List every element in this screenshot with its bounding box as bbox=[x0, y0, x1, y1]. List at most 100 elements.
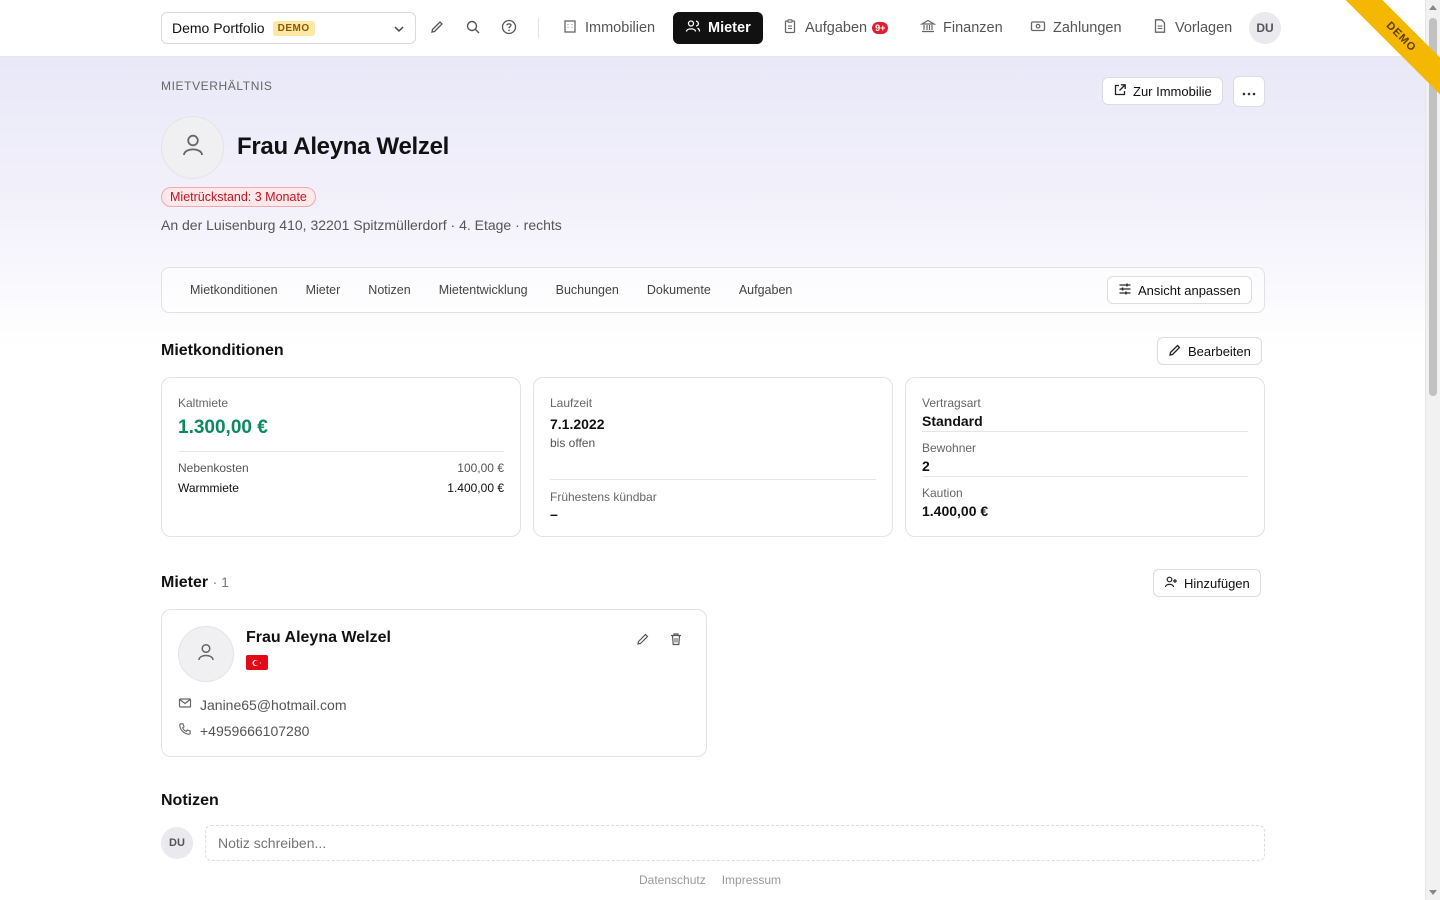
clipboard-icon bbox=[782, 18, 798, 38]
ellipsis-icon bbox=[1242, 84, 1256, 99]
customize-view-label: Ansicht anpassen bbox=[1138, 282, 1241, 298]
nav-label: Immobilien bbox=[585, 20, 656, 36]
edit-label: Bearbeiten bbox=[1188, 343, 1251, 359]
footer-links: Datenschutz Impressum bbox=[639, 873, 781, 887]
to-property-button[interactable]: Zur Immobilie bbox=[1102, 77, 1223, 105]
tenant-avatar bbox=[178, 626, 234, 682]
earliest-termination-value: – bbox=[550, 506, 558, 522]
warm-rent-row: Warmmiete 1.400,00 € bbox=[178, 481, 504, 495]
note-input[interactable] bbox=[205, 825, 1265, 861]
tenants-count: · 1 bbox=[212, 574, 229, 590]
help-icon[interactable] bbox=[500, 18, 518, 36]
nav-label: Aufgaben bbox=[805, 20, 868, 36]
tenants-section-title: Mieter · 1 bbox=[161, 574, 229, 592]
document-icon bbox=[1152, 18, 1168, 38]
building-icon bbox=[562, 18, 578, 38]
nav-aufgaben[interactable]: Aufgaben 9+ bbox=[770, 12, 900, 44]
term-card: Laufzeit 7.1.2022 bis offen Frühestens k… bbox=[533, 377, 893, 537]
page-eyebrow: MIETVERHÄLTNIS bbox=[161, 79, 273, 93]
nav-label: Vorlagen bbox=[1175, 20, 1233, 36]
portfolio-name: Demo Portfolio bbox=[172, 20, 265, 36]
rent-arrears-badge: Mietrückstand: 3 Monate bbox=[161, 187, 316, 207]
rent-card: Kaltmiete 1.300,00 € Nebenkosten 100,00 … bbox=[161, 377, 521, 537]
tab-buchungen[interactable]: Buchungen bbox=[542, 283, 633, 297]
scroll-down-arrow-icon[interactable] bbox=[1429, 890, 1437, 895]
more-options-button[interactable] bbox=[1233, 76, 1265, 107]
privacy-link[interactable]: Datenschutz bbox=[639, 873, 706, 887]
cash-icon bbox=[1030, 18, 1046, 38]
user-icon bbox=[179, 131, 207, 164]
divider bbox=[922, 476, 1248, 477]
tenant-avatar bbox=[161, 116, 224, 179]
pencil-icon[interactable] bbox=[428, 18, 446, 36]
nav-mieter[interactable]: Mieter bbox=[673, 12, 763, 44]
nav-divider bbox=[538, 18, 539, 38]
nav-zahlungen[interactable]: Zahlungen bbox=[1018, 12, 1134, 44]
add-tenant-button[interactable]: Hinzufügen bbox=[1153, 569, 1261, 597]
demo-ribbon: DEMO bbox=[1330, 0, 1440, 110]
earliest-termination-label: Frühestens kündbar bbox=[550, 490, 657, 504]
term-start-value: 7.1.2022 bbox=[550, 416, 605, 432]
user-icon bbox=[195, 641, 217, 668]
nav-vorlagen[interactable]: Vorlagen bbox=[1140, 12, 1244, 44]
email-value: Janine65@hotmail.com bbox=[200, 696, 347, 713]
imprint-link[interactable]: Impressum bbox=[722, 873, 781, 887]
deposit-label: Kaution bbox=[922, 486, 963, 500]
residents-value: 2 bbox=[922, 458, 930, 474]
cold-rent-value: 1.300,00 € bbox=[178, 417, 268, 438]
portfolio-selector[interactable]: Demo Portfolio DEMO bbox=[161, 12, 416, 44]
ancillary-value: 100,00 € bbox=[457, 461, 504, 475]
user-avatar[interactable]: DU bbox=[1249, 12, 1281, 44]
edit-conditions-button[interactable]: Bearbeiten bbox=[1157, 337, 1262, 365]
residents-label: Bewohner bbox=[922, 441, 977, 455]
delete-tenant-icon[interactable] bbox=[669, 632, 683, 651]
to-property-label: Zur Immobilie bbox=[1133, 83, 1212, 99]
mail-icon bbox=[178, 696, 192, 713]
demo-badge: DEMO bbox=[272, 20, 315, 36]
tab-notizen[interactable]: Notizen bbox=[354, 283, 424, 297]
tab-aufgaben[interactable]: Aufgaben bbox=[725, 283, 807, 297]
divider bbox=[922, 431, 1248, 432]
divider bbox=[178, 451, 504, 452]
customize-view-button[interactable]: Ansicht anpassen bbox=[1107, 276, 1252, 304]
nav-immobilien[interactable]: Immobilien bbox=[550, 12, 667, 44]
section-tabs: Mietkonditionen Mieter Notizen Mietentwi… bbox=[161, 267, 1265, 313]
nav-label: Finanzen bbox=[943, 20, 1003, 36]
turkey-flag-icon bbox=[246, 655, 268, 670]
tenant-phone[interactable]: +4959666107280 bbox=[178, 722, 309, 739]
conditions-section-title: Mietkonditionen bbox=[161, 342, 284, 359]
page-title: Frau Aleyna Welzel bbox=[237, 133, 450, 160]
warm-rent-label: Warmmiete bbox=[178, 481, 239, 495]
property-address: An der Luisenburg 410, 32201 Spitzmüller… bbox=[161, 217, 562, 233]
ancillary-costs-row: Nebenkosten 100,00 € bbox=[178, 461, 504, 475]
tenants-title: Mieter bbox=[161, 574, 209, 591]
warm-rent-value: 1.400,00 € bbox=[447, 481, 504, 495]
contract-card: Vertragsart Standard Bewohner 2 Kaution … bbox=[905, 377, 1265, 537]
users-icon bbox=[685, 18, 701, 38]
search-icon[interactable] bbox=[464, 18, 482, 36]
external-link-icon bbox=[1113, 83, 1127, 100]
contract-type-value: Standard bbox=[922, 413, 983, 429]
note-author-avatar: DU bbox=[161, 827, 193, 859]
tab-mietentwicklung[interactable]: Mietentwicklung bbox=[425, 283, 542, 297]
nav-label: Zahlungen bbox=[1053, 20, 1122, 36]
tenant-card-name: Frau Aleyna Welzel bbox=[246, 629, 391, 646]
tenant-email[interactable]: Janine65@hotmail.com bbox=[178, 696, 347, 713]
tab-mietkonditionen[interactable]: Mietkonditionen bbox=[176, 283, 292, 297]
tab-dokumente[interactable]: Dokumente bbox=[633, 283, 725, 297]
phone-value: +4959666107280 bbox=[200, 722, 310, 739]
term-end-value: bis offen bbox=[550, 436, 596, 450]
nav-finanzen[interactable]: Finanzen bbox=[908, 12, 1015, 44]
sliders-icon bbox=[1118, 282, 1132, 299]
top-navigation-bar: Demo Portfolio DEMO Immobilien Mieter Au… bbox=[0, 0, 1425, 57]
phone-icon bbox=[178, 722, 192, 739]
tenant-card: Frau Aleyna Welzel Janine65@hotmail.com … bbox=[161, 609, 707, 757]
tab-mieter[interactable]: Mieter bbox=[292, 283, 355, 297]
cold-rent-label: Kaltmiete bbox=[178, 396, 229, 410]
contract-type-label: Vertragsart bbox=[922, 396, 981, 410]
pencil-icon bbox=[1168, 343, 1182, 360]
edit-tenant-icon[interactable] bbox=[636, 632, 650, 651]
page-scrollbar[interactable] bbox=[1425, 0, 1440, 900]
chevron-down-icon bbox=[393, 22, 405, 38]
deposit-value: 1.400,00 € bbox=[922, 503, 989, 519]
